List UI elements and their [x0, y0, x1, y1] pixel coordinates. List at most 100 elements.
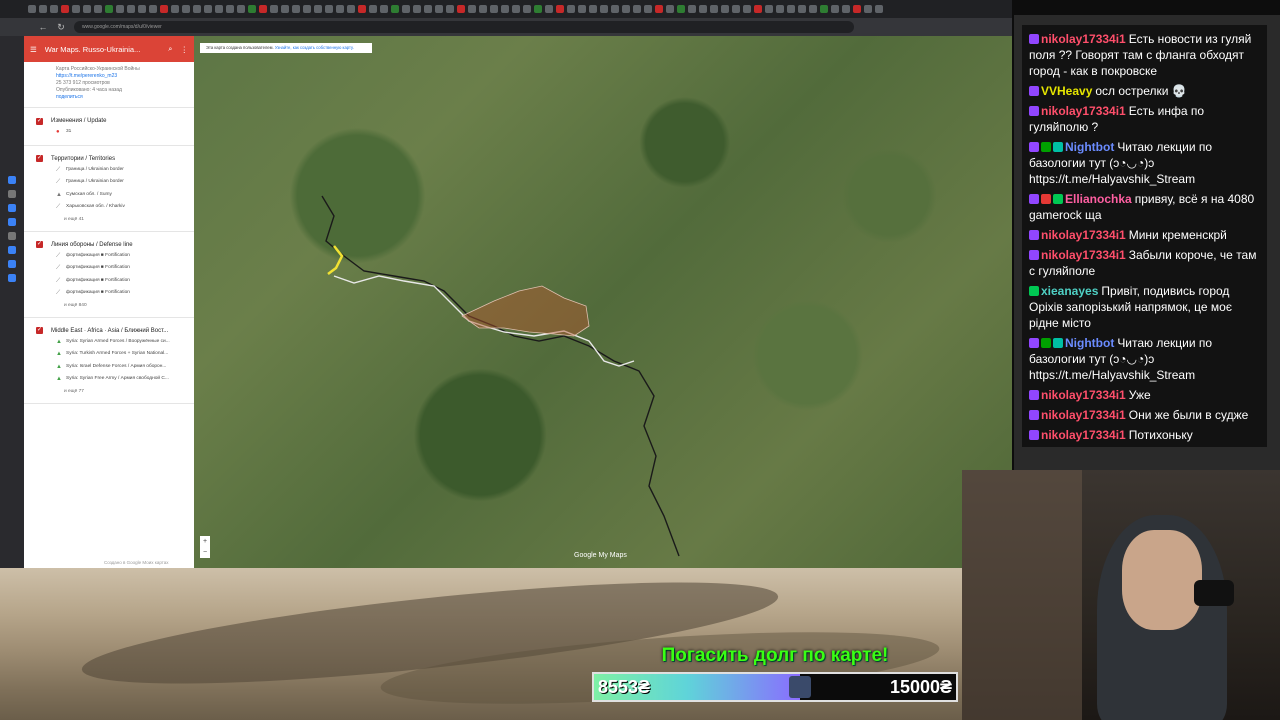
chat-username[interactable]: nikolay17334i1 [1041, 104, 1126, 118]
browser-tab[interactable] [358, 5, 366, 13]
browser-tab[interactable] [50, 5, 58, 13]
layer-item[interactable]: ● 31 [24, 126, 194, 139]
browser-tab[interactable] [523, 5, 531, 13]
browser-tab[interactable] [380, 5, 388, 13]
chat-username[interactable]: Ellianochka [1065, 192, 1132, 206]
browser-tab[interactable] [138, 5, 146, 13]
layer-item[interactable]: ▲ Syria: Turkish Armed Forces + Syrian Na… [24, 348, 194, 361]
browser-tab[interactable] [688, 5, 696, 13]
browser-tab[interactable] [369, 5, 377, 13]
layer-header[interactable]: ✓ Территории / Territories [24, 154, 194, 164]
browser-tab[interactable] [809, 5, 817, 13]
extension-icon[interactable] [8, 176, 16, 184]
layer-item[interactable]: ▲ Syria: Syrian Free Army / Армия свободн… [24, 373, 194, 386]
browser-tab[interactable] [677, 5, 685, 13]
browser-tab[interactable] [160, 5, 168, 13]
browser-tab[interactable] [127, 5, 135, 13]
browser-tab[interactable] [666, 5, 674, 13]
extension-icon[interactable] [8, 274, 16, 282]
browser-tab[interactable] [732, 5, 740, 13]
browser-tab[interactable] [259, 5, 267, 13]
browser-tab[interactable] [820, 5, 828, 13]
extension-icon[interactable] [8, 190, 16, 198]
browser-tab[interactable] [303, 5, 311, 13]
browser-tab[interactable] [512, 5, 520, 13]
browser-tab[interactable] [116, 5, 124, 13]
browser-tab[interactable] [39, 5, 47, 13]
layer-item[interactable]: ⟋ Харьковская обл. / Kharkiv [24, 201, 194, 214]
layer-checkbox[interactable]: ✓ [36, 155, 43, 162]
browser-tab[interactable] [94, 5, 102, 13]
map-canvas[interactable]: Эта карта создана пользователем. Узнайте… [194, 36, 1012, 568]
layer-more-link[interactable]: и ещё 840 [24, 300, 194, 311]
chat-username[interactable]: nikolay17334i1 [1041, 428, 1126, 442]
browser-tab[interactable] [787, 5, 795, 13]
menu-icon[interactable]: ☰ [30, 45, 37, 54]
layer-header[interactable]: ✓ Изменения / Update [24, 116, 194, 126]
layer-item[interactable]: ⟋ Граница / Ukrainian border [24, 164, 194, 177]
browser-tab[interactable] [633, 5, 641, 13]
browser-tab[interactable] [699, 5, 707, 13]
search-icon[interactable]: ⌕ [168, 44, 172, 54]
browser-tab[interactable] [479, 5, 487, 13]
layer-item[interactable]: ⟋ фортификация ■ Fortification [24, 275, 194, 288]
browser-tab[interactable] [875, 5, 883, 13]
browser-tab[interactable] [468, 5, 476, 13]
browser-tab[interactable] [270, 5, 278, 13]
layer-item[interactable]: ▲ Сумская обл. / Sumy [24, 189, 194, 202]
browser-tab[interactable] [424, 5, 432, 13]
browser-tab[interactable] [402, 5, 410, 13]
browser-tab[interactable] [237, 5, 245, 13]
notice-link[interactable]: Узнайте, как создать собственную карту. [275, 45, 354, 50]
layer-item[interactable]: ▲ Syria: Syrian Armed Forces / Вооружённы… [24, 336, 194, 349]
share-link[interactable]: поделиться [24, 94, 194, 101]
extension-icon[interactable] [8, 232, 16, 240]
browser-tab[interactable] [578, 5, 586, 13]
more-options-icon[interactable]: ⋮ [181, 45, 189, 54]
browser-tab[interactable] [600, 5, 608, 13]
chat-username[interactable]: VVHeavy [1041, 84, 1092, 98]
chat-username[interactable]: Nightbot [1065, 336, 1114, 350]
browser-tab[interactable] [611, 5, 619, 13]
layer-header[interactable]: ✓ Линия обороны / Defense line [24, 240, 194, 250]
browser-tab[interactable] [842, 5, 850, 13]
layer-item[interactable]: ⟋ фортификация ■ Fortification [24, 262, 194, 275]
extension-icon[interactable] [8, 218, 16, 226]
layer-item[interactable]: ▲ Syria: Israel Defense Forces / Армия об… [24, 361, 194, 374]
browser-tab[interactable] [567, 5, 575, 13]
browser-tab[interactable] [347, 5, 355, 13]
browser-tab[interactable] [622, 5, 630, 13]
browser-tab[interactable] [215, 5, 223, 13]
layer-checkbox[interactable]: ✓ [36, 327, 43, 334]
browser-tab[interactable] [72, 5, 80, 13]
browser-tab[interactable] [831, 5, 839, 13]
browser-tab[interactable] [798, 5, 806, 13]
browser-tab[interactable] [710, 5, 718, 13]
browser-tab[interactable] [391, 5, 399, 13]
browser-tab[interactable] [193, 5, 201, 13]
reload-icon[interactable]: ↻ [56, 22, 66, 32]
zoom-in-button[interactable]: + [200, 536, 210, 547]
chat-username[interactable]: Nightbot [1065, 140, 1114, 154]
browser-tab[interactable] [490, 5, 498, 13]
browser-tab[interactable] [28, 5, 36, 13]
chat-username[interactable]: nikolay17334i1 [1041, 248, 1126, 262]
browser-tab[interactable] [776, 5, 784, 13]
browser-tab[interactable] [864, 5, 872, 13]
browser-tab[interactable] [248, 5, 256, 13]
browser-tab[interactable] [105, 5, 113, 13]
browser-tab[interactable] [336, 5, 344, 13]
browser-tab[interactable] [171, 5, 179, 13]
browser-tab[interactable] [446, 5, 454, 13]
browser-tab[interactable] [721, 5, 729, 13]
browser-tab[interactable] [292, 5, 300, 13]
browser-tab[interactable] [226, 5, 234, 13]
chat-username[interactable]: xieanayes [1041, 284, 1098, 298]
browser-tab[interactable] [556, 5, 564, 13]
extension-icon[interactable] [8, 204, 16, 212]
browser-tab[interactable] [754, 5, 762, 13]
layer-more-link[interactable]: и ещё 41 [24, 214, 194, 225]
browser-tab[interactable] [325, 5, 333, 13]
layer-checkbox[interactable]: ✓ [36, 241, 43, 248]
chat-username[interactable]: nikolay17334i1 [1041, 32, 1126, 46]
